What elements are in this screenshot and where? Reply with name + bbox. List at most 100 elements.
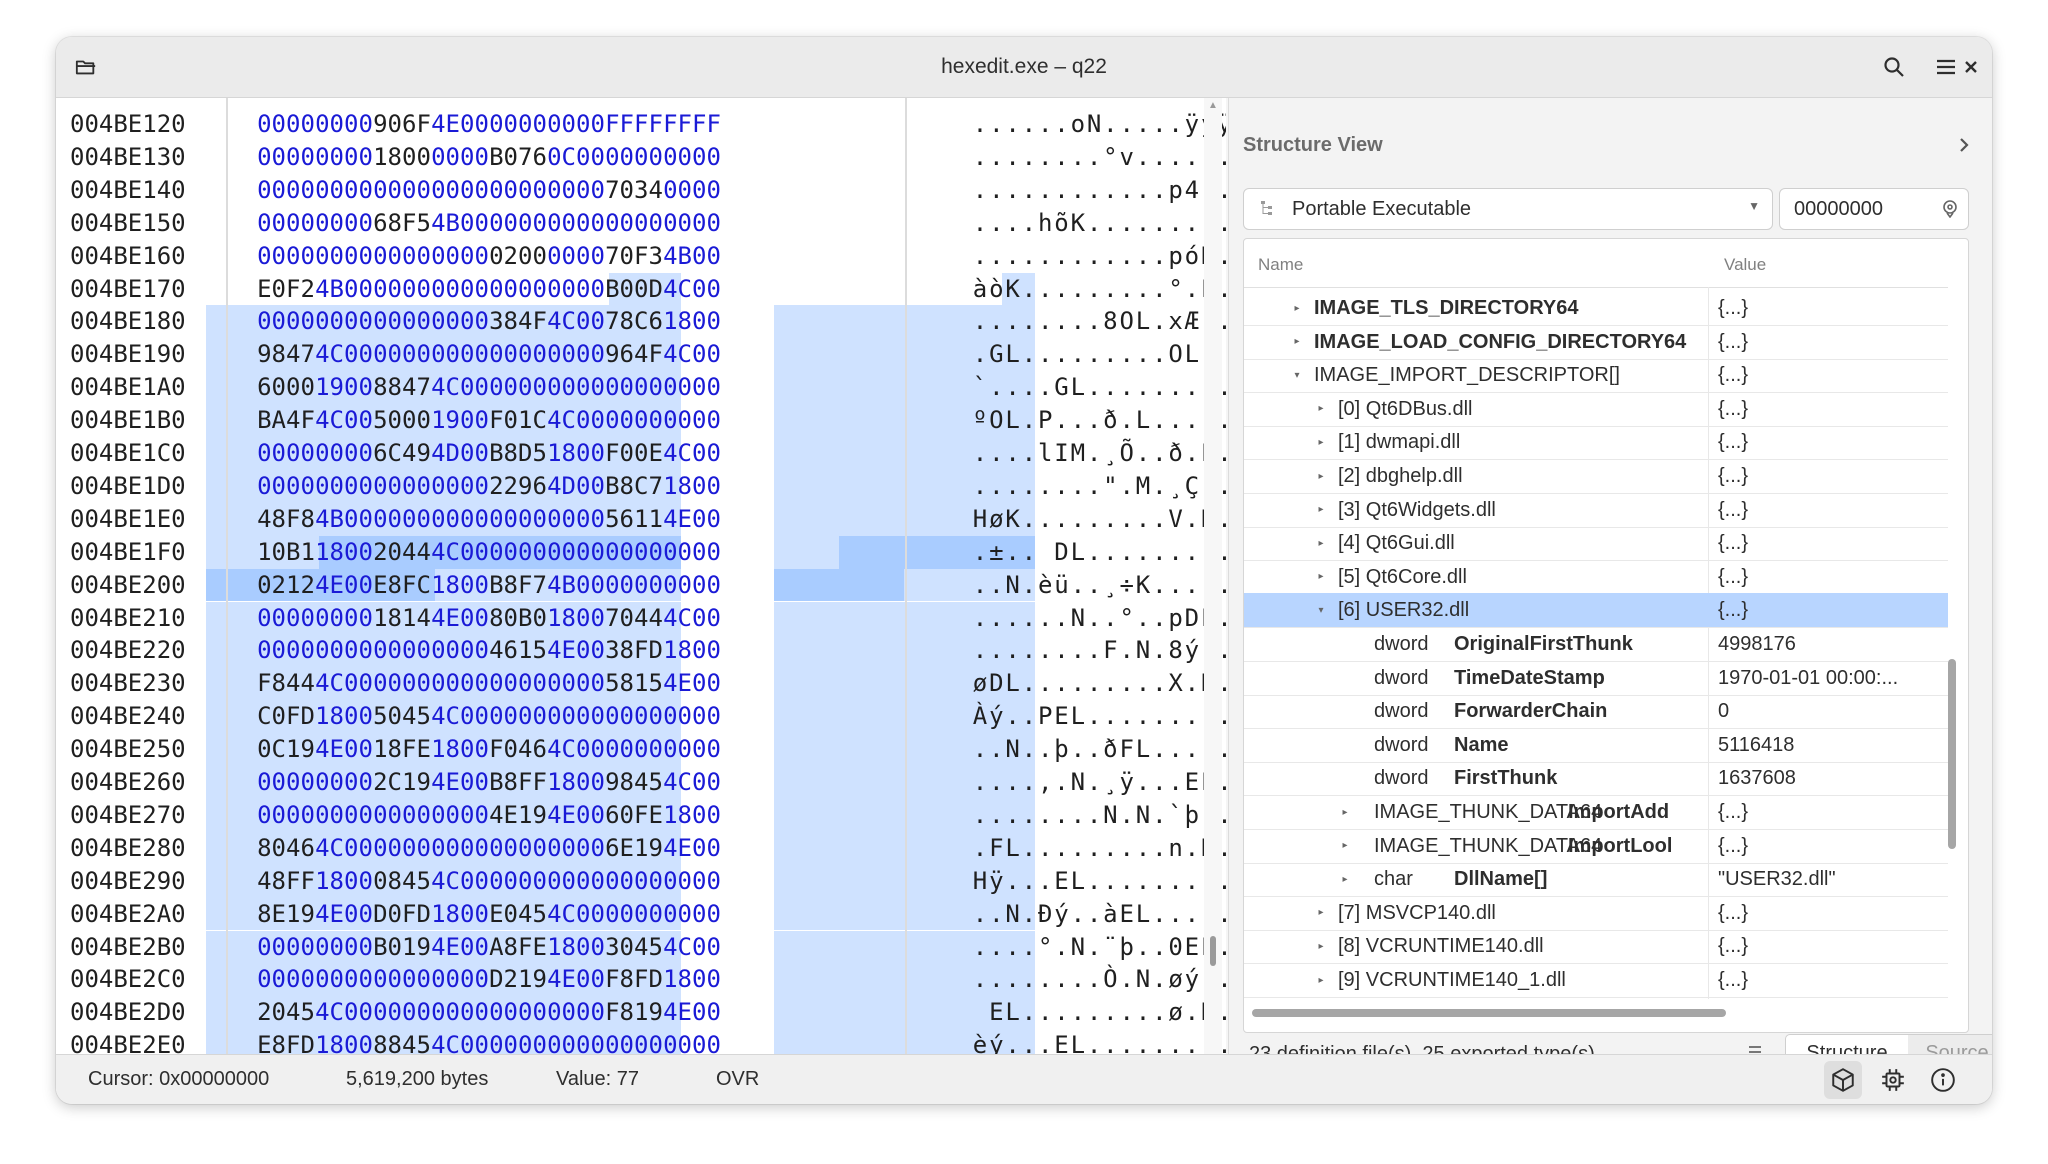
ascii-char[interactable]: . xyxy=(1086,865,1102,897)
ascii-char[interactable]: ø xyxy=(1168,963,1184,995)
ascii-char[interactable]: . xyxy=(1184,898,1200,930)
ascii-char[interactable]: . xyxy=(1037,141,1053,173)
ascii-char[interactable]: . xyxy=(1168,371,1184,403)
ascii-char[interactable]: . xyxy=(988,733,1004,765)
ascii-char[interactable]: . xyxy=(1086,963,1102,995)
ascii-char[interactable]: N xyxy=(1070,931,1086,963)
ascii-char[interactable]: . xyxy=(988,799,1004,831)
hex-row[interactable]: 004BE240 C0FD 1800 5045 4C00 0000 0000 0000 0000… xyxy=(56,700,1226,732)
hex-row[interactable]: 004BE2C0 0000 0000 0000 0000 D219 4E00 F8FD 1800… xyxy=(56,963,1226,995)
ascii-char[interactable]: . xyxy=(1119,240,1135,272)
hex-word[interactable]: 4C00 xyxy=(656,931,728,963)
ascii-char[interactable]: . xyxy=(1102,602,1118,634)
tree-row[interactable]: dword OriginalFirstThunk 4998176 xyxy=(1244,627,1948,662)
cube-icon[interactable] xyxy=(1824,1061,1862,1099)
ascii-char[interactable]: . xyxy=(1168,207,1184,239)
column-header-name[interactable]: Name xyxy=(1258,255,1303,275)
ascii-char[interactable]: ÿ xyxy=(1119,766,1135,798)
ascii-char[interactable]: . xyxy=(1102,207,1118,239)
ascii-char[interactable]: ° xyxy=(1119,602,1135,634)
ascii-char[interactable]: L xyxy=(1184,338,1200,370)
ascii-char[interactable]: L xyxy=(1005,832,1021,864)
hex-row[interactable]: 004BE280 8046 4C00 0000 0000 0000 0000 6E19 4E00… xyxy=(56,832,1226,864)
ascii-char[interactable]: . xyxy=(1086,667,1102,699)
ascii-char[interactable]: . xyxy=(1037,799,1053,831)
ascii-char[interactable]: . xyxy=(1102,240,1118,272)
ascii-char[interactable]: L xyxy=(1135,305,1151,337)
hex-word[interactable]: FFFF xyxy=(656,108,728,140)
ascii-char[interactable]: . xyxy=(1021,174,1037,206)
ascii-char[interactable]: . xyxy=(1135,832,1151,864)
ascii-char[interactable]: . xyxy=(1135,536,1151,568)
expand-arrow-icon[interactable]: ▸ xyxy=(1290,301,1304,315)
ascii-char[interactable]: . xyxy=(1151,108,1167,140)
ascii-char[interactable]: p xyxy=(1168,174,1184,206)
ascii-char[interactable]: K xyxy=(1005,273,1021,305)
tree-row[interactable]: ▸ [8] VCRUNTIME140.dll {...} xyxy=(1244,929,1948,965)
ascii-char[interactable]: . xyxy=(972,569,988,601)
ascii-char[interactable]: ¸ xyxy=(1102,569,1118,601)
ascii-char[interactable]: . xyxy=(1151,766,1167,798)
tree-row[interactable]: ▸ char DllName[] "USER32.dll" xyxy=(1244,862,1948,898)
ascii-char[interactable]: . xyxy=(1021,240,1037,272)
hex-row[interactable]: 004BE170 E0F2 4B00 0000 0000 0000 0000 B00D 4C00… xyxy=(56,273,1226,305)
ascii-char[interactable]: V xyxy=(1168,503,1184,535)
ascii-char[interactable]: . xyxy=(972,536,988,568)
ascii-char[interactable]: L xyxy=(1135,898,1151,930)
ascii-char[interactable]: F xyxy=(988,832,1004,864)
ascii-char[interactable]: . xyxy=(1070,141,1086,173)
ascii-char[interactable]: . xyxy=(1037,174,1053,206)
ascii-char[interactable]: ¸ xyxy=(1102,766,1118,798)
ascii-char[interactable]: . xyxy=(1184,569,1200,601)
ascii-char[interactable]: . xyxy=(1054,931,1070,963)
ascii-char[interactable]: " xyxy=(1102,470,1118,502)
ascii-char[interactable]: . xyxy=(1054,503,1070,535)
ascii-char[interactable]: . xyxy=(988,108,1004,140)
ascii-char[interactable]: . xyxy=(1021,996,1037,1028)
ascii-char[interactable]: ` xyxy=(972,371,988,403)
ascii-char[interactable]: ø xyxy=(1168,996,1184,1028)
ascii-char[interactable]: ð xyxy=(1102,404,1118,436)
ascii-char[interactable]: . xyxy=(1102,371,1118,403)
tree-row[interactable]: ▸ IMAGE_LOAD_CONFIG_DIRECTORY64 {...} xyxy=(1244,325,1948,360)
ascii-char[interactable]: . xyxy=(1135,602,1151,634)
hex-word[interactable]: 0000 xyxy=(656,371,728,403)
ascii-char[interactable]: . xyxy=(1021,141,1037,173)
ascii-char[interactable]: O xyxy=(1168,338,1184,370)
tree-vertical-scrollbar[interactable] xyxy=(1948,659,1956,849)
ascii-char[interactable]: E xyxy=(988,996,1004,1028)
ascii-char[interactable]: . xyxy=(1005,437,1021,469)
ascii-char[interactable]: þ xyxy=(1054,733,1070,765)
ascii-char[interactable]: ° xyxy=(1168,273,1184,305)
ascii-char[interactable]: . xyxy=(1054,799,1070,831)
ascii-char[interactable]: ò xyxy=(988,273,1004,305)
ascii-char[interactable]: o xyxy=(1070,108,1086,140)
ascii-char[interactable]: . xyxy=(1151,174,1167,206)
ascii-char[interactable]: þ xyxy=(1119,931,1135,963)
ascii-char[interactable]: . xyxy=(1184,437,1200,469)
expand-arrow-icon[interactable]: ▾ xyxy=(1314,603,1328,617)
ascii-char[interactable]: . xyxy=(1151,733,1167,765)
ascii-char[interactable]: ± xyxy=(988,536,1004,568)
ascii-char[interactable]: . xyxy=(972,733,988,765)
ascii-char[interactable]: . xyxy=(1102,536,1118,568)
ascii-char[interactable]: . xyxy=(1054,470,1070,502)
ascii-char[interactable]: . xyxy=(1135,437,1151,469)
ascii-char[interactable]: . xyxy=(1119,963,1135,995)
ascii-char[interactable]: . xyxy=(1119,865,1135,897)
ascii-char[interactable]: G xyxy=(1054,371,1070,403)
ascii-char[interactable]: . xyxy=(1021,536,1037,568)
ascii-char[interactable]: º xyxy=(972,404,988,436)
ascii-char[interactable]: N xyxy=(1135,963,1151,995)
ascii-char[interactable]: . xyxy=(1151,207,1167,239)
ascii-char[interactable]: . xyxy=(1119,667,1135,699)
template-select[interactable]: Portable Executable ▼ xyxy=(1243,188,1773,230)
ascii-char[interactable]: . xyxy=(988,898,1004,930)
ascii-char[interactable]: K xyxy=(1135,569,1151,601)
tree-row[interactable]: ▸ [3] Qt6Widgets.dll {...} xyxy=(1244,493,1948,528)
hex-scrollbar[interactable]: ▲ ▼ xyxy=(1204,98,1222,1093)
tree-row[interactable]: ▸ IMAGE_TLS_DIRECTORY64 {...} xyxy=(1244,291,1948,326)
expand-arrow-icon[interactable]: ▸ xyxy=(1314,469,1328,483)
ascii-char[interactable]: . xyxy=(1168,865,1184,897)
ascii-char[interactable]: . xyxy=(1086,305,1102,337)
